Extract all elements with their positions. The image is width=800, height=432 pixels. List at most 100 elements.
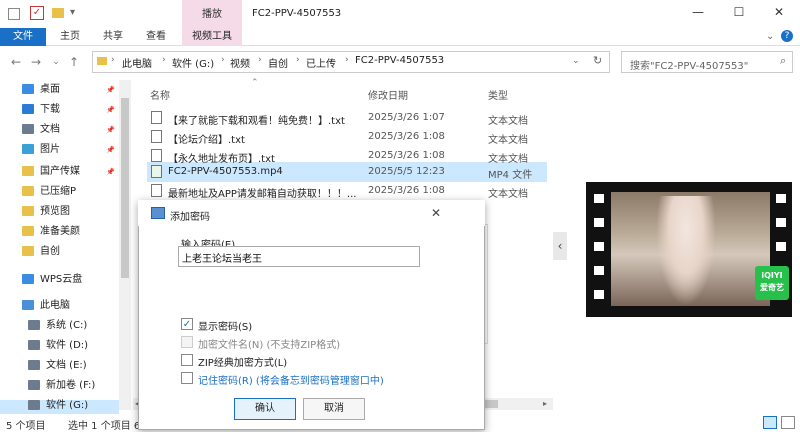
sidebar-item[interactable]: 图片 (22, 140, 60, 160)
recent-chevron-icon[interactable]: ⌄ (48, 54, 64, 70)
window-title: FC2-PPV-4507553 (252, 8, 342, 19)
checkmark-icon[interactable]: ✓ (30, 6, 44, 20)
sidebar-item-icon (22, 104, 34, 114)
file-type: 文本文档 (488, 189, 528, 200)
sidebar-item-label: 国产传媒 (40, 166, 80, 177)
crumb-video[interactable]: 视频 (230, 55, 250, 70)
file-date: 2025/3/26 1:08 (368, 150, 445, 161)
sidebar-item[interactable]: WPS云盘 (22, 270, 82, 290)
search-icon[interactable]: ⌕ (780, 54, 786, 68)
tab-file[interactable]: 文件 (0, 28, 46, 46)
help-icon[interactable]: ? (781, 30, 793, 42)
option-label[interactable]: 记住密码(R) (将会备忘到密码管理窗口中) (198, 372, 384, 387)
pin-icon: 📌 (106, 126, 115, 134)
chevron-down-icon[interactable]: ▾ (70, 7, 75, 18)
sidebar-item-label: 文档 (40, 124, 60, 135)
file-name[interactable]: 【永久地址发布页】.txt (168, 150, 275, 165)
context-group-label: 播放 (202, 9, 222, 20)
search-input[interactable]: 搜索"FC2-PPV-4507553" (621, 51, 793, 73)
file-name[interactable]: FC2-PPV-4507553.mp4 (168, 166, 283, 177)
sidebar-item[interactable]: 软件 (G:) (28, 396, 88, 416)
column-header-date[interactable]: 修改日期 (368, 87, 408, 102)
forward-button[interactable]: → (28, 54, 44, 70)
tab-home[interactable]: 主页 (52, 28, 88, 46)
video-file-icon (151, 165, 162, 178)
crumb-this-pc[interactable]: 此电脑 (122, 55, 152, 70)
file-date: 2025/3/26 1:08 (368, 185, 445, 196)
nav-scroll-thumb[interactable] (121, 98, 129, 278)
sidebar-item[interactable]: 文档 (E:) (28, 356, 87, 376)
sidebar-item-icon (22, 84, 34, 94)
tab-share[interactable]: 共享 (95, 28, 131, 46)
sidebar-item[interactable]: 此电脑 (22, 296, 70, 316)
file-name[interactable]: 最新地址及APP请发邮箱自动获取！！！... (168, 185, 356, 200)
address-dropdown-icon[interactable]: ⌄ (572, 56, 580, 66)
maximize-button[interactable]: ☐ (729, 5, 749, 21)
sidebar-item-label: 新加卷 (F:) (46, 380, 96, 391)
crumb-drive-g[interactable]: 软件 (G:) (172, 55, 214, 70)
sidebar-item-label: 文档 (E:) (46, 360, 87, 371)
sidebar-item[interactable]: 国产传媒 (22, 162, 80, 182)
sidebar-item[interactable]: 准备美颜 (22, 222, 80, 242)
quick-access-icon[interactable] (8, 8, 20, 20)
folder-icon[interactable] (52, 8, 64, 18)
close-button[interactable]: ✕ (769, 5, 789, 21)
confirm-button[interactable]: 确认 (234, 398, 296, 420)
preview-collapse-button[interactable]: ‹ (553, 232, 567, 260)
film-hole (776, 242, 786, 251)
address-bar[interactable] (92, 51, 610, 73)
option-label[interactable]: ZIP经典加密方式(L) (198, 354, 287, 369)
sidebar-item[interactable]: 自创 (22, 242, 60, 262)
crumb-separator-icon: › (162, 55, 166, 65)
file-name[interactable]: 【来了就能下载和观看！纯免费！】.txt (168, 112, 345, 127)
option-checkbox[interactable] (181, 354, 193, 366)
sidebar-item-icon (22, 124, 34, 134)
minimize-button[interactable]: — (688, 5, 708, 21)
film-hole (594, 218, 604, 227)
sidebar-item[interactable]: 已压缩P (22, 182, 76, 202)
file-type: 文本文档 (488, 154, 528, 165)
crumb-separator-icon: › (221, 55, 225, 65)
sidebar-item-icon (22, 246, 34, 256)
file-date: 2025/3/26 1:07 (368, 112, 445, 123)
up-button[interactable]: ↑ (66, 54, 82, 70)
scroll-right-icon[interactable]: ▸ (543, 399, 547, 408)
option-checkbox[interactable]: ✓ (181, 318, 193, 330)
back-button[interactable]: ← (8, 54, 24, 70)
crumb-uploaded[interactable]: 已上传 (306, 55, 336, 70)
sidebar-item-icon (28, 380, 40, 390)
sidebar-item[interactable]: 下载 (22, 100, 60, 120)
column-header-name[interactable]: 名称 (150, 87, 170, 102)
add-password-dialog (138, 200, 485, 430)
option-label: 加密文件名(N) (不支持ZIP格式) (198, 340, 341, 351)
details-view-icon[interactable] (763, 416, 777, 429)
sidebar-item-icon (28, 320, 40, 330)
tab-video-tools[interactable]: 视频工具 (182, 28, 242, 46)
sidebar-item[interactable]: 系统 (C:) (28, 316, 87, 336)
sidebar-item[interactable]: 软件 (D:) (28, 336, 88, 356)
option-label[interactable]: 显示密码(S) (198, 318, 252, 333)
dialog-close-button[interactable]: ✕ (431, 206, 441, 220)
file-date: 2025/3/26 1:08 (368, 131, 445, 142)
option-checkbox (181, 336, 193, 348)
sidebar-item[interactable]: 新加卷 (F:) (28, 376, 95, 396)
sidebar-item-label: 软件 (G:) (46, 400, 89, 411)
ribbon-expand-icon[interactable]: ⌄ (766, 31, 774, 42)
address-folder-icon (97, 57, 107, 65)
file-name[interactable]: 【论坛介绍】.txt (168, 131, 245, 146)
crumb-current[interactable]: FC2-PPV-4507553 (355, 55, 444, 66)
sidebar-item-icon (28, 360, 40, 370)
sidebar-item-label: 软件 (D:) (46, 340, 89, 351)
option-checkbox[interactable] (181, 372, 193, 384)
sidebar-item[interactable]: 文档 (22, 120, 60, 140)
large-icons-view-icon[interactable] (781, 416, 795, 429)
password-input[interactable]: 上老王论坛当老王 (178, 246, 420, 267)
tab-view[interactable]: 查看 (138, 28, 174, 46)
film-hole (776, 194, 786, 203)
refresh-icon[interactable]: ↻ (593, 54, 602, 67)
sidebar-item[interactable]: 桌面 (22, 80, 60, 100)
cancel-button[interactable]: 取消 (303, 398, 365, 420)
sidebar-item[interactable]: 预览图 (22, 202, 70, 222)
crumb-original[interactable]: 自创 (268, 55, 288, 70)
column-header-type[interactable]: 类型 (488, 87, 508, 102)
